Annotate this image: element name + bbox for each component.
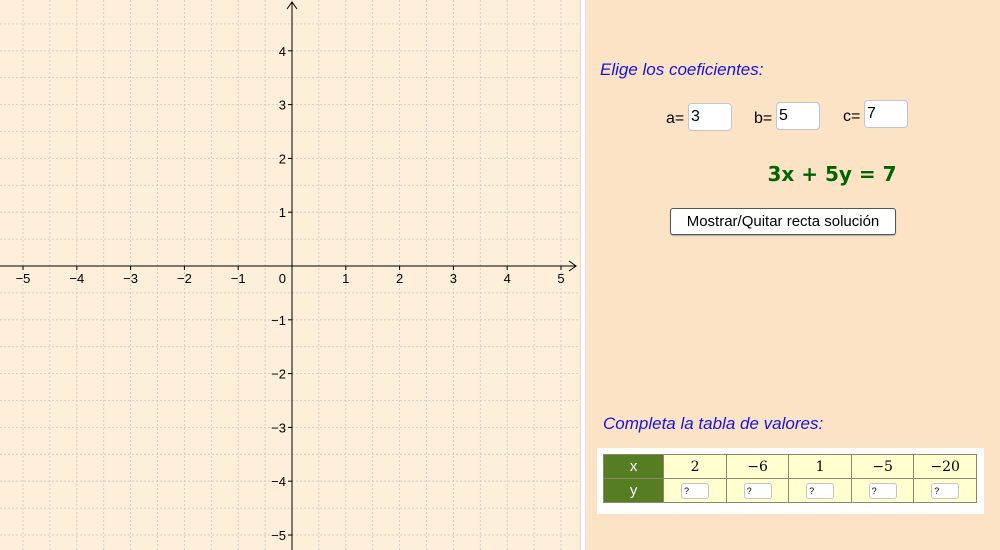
x-tick-label: −1 [231, 271, 246, 286]
toggle-solution-line-button[interactable]: Mostrar/Quitar recta solución [670, 208, 896, 235]
y-cell [725, 478, 790, 503]
y-input[interactable] [806, 482, 835, 499]
x-header: x [602, 454, 665, 479]
x-cell: −6 [725, 454, 790, 479]
y-cell [663, 478, 727, 503]
y-tick-label: 1 [279, 205, 286, 220]
values-table-container: x 2 −6 1 −5 −20 y [597, 448, 984, 514]
y-input[interactable] [743, 482, 772, 499]
origin-label: 0 [279, 271, 286, 286]
y-input[interactable] [931, 482, 960, 499]
table-heading: Completa la tabla de valores: [603, 414, 824, 433]
y-tick-label: 3 [279, 98, 286, 113]
x-tick-label: −4 [69, 271, 84, 286]
x-row: x 2 −6 1 −5 −20 [602, 454, 977, 479]
y-tick-label: −2 [271, 367, 286, 382]
panel-divider[interactable] [580, 0, 586, 550]
y-header: y [602, 478, 665, 503]
y-tick-label: −1 [271, 313, 286, 328]
y-input[interactable] [868, 482, 897, 499]
b-input[interactable] [776, 102, 820, 130]
y-cell [850, 478, 915, 503]
y-tick-label: −4 [271, 474, 286, 489]
x-tick-label: 5 [557, 271, 564, 286]
b-label: b= [754, 110, 773, 127]
x-cell: −20 [913, 454, 977, 479]
x-tick-label: 3 [450, 271, 457, 286]
x-tick-label: −2 [177, 271, 192, 286]
y-input[interactable] [681, 482, 710, 499]
a-input[interactable] [688, 103, 732, 131]
x-tick-label: −5 [16, 271, 31, 286]
coordinate-plane[interactable]: −5 −4 −3 −2 −1 1 2 3 4 5 4 3 2 1 −1 −2 −3 −4 −5 0 [0, 0, 580, 550]
graphics-view[interactable]: −5 −4 −3 −2 −1 1 2 3 4 5 4 3 2 1 −1 −2 −3 −4 −5 0 [0, 0, 580, 550]
equation-display: 3x + 5y = 7 [767, 162, 897, 186]
x-cell: 1 [788, 454, 852, 479]
c-input[interactable] [864, 100, 908, 128]
y-cell [788, 478, 852, 503]
y-tick-label: −3 [271, 420, 286, 435]
c-label: c= [843, 108, 861, 125]
a-label: a= [666, 110, 685, 127]
x-tick-label: 1 [342, 271, 349, 286]
x-tick-label: 4 [504, 271, 511, 286]
values-table: x 2 −6 1 −5 −20 y [602, 454, 977, 503]
y-tick-label: −5 [271, 528, 286, 543]
control-panel: Elige los coeficientes: a= b= c= 3x + 5y… [587, 0, 1000, 550]
y-tick-label: 4 [279, 44, 286, 59]
x-cell: 2 [663, 454, 727, 479]
x-cell: −5 [850, 454, 915, 479]
y-row: y [602, 478, 977, 503]
x-tick-label: 2 [396, 271, 403, 286]
x-tick-label: −3 [123, 271, 138, 286]
y-cell [913, 478, 977, 503]
coefficients-heading: Elige los coeficientes: [600, 60, 764, 79]
y-tick-label: 2 [279, 151, 286, 166]
